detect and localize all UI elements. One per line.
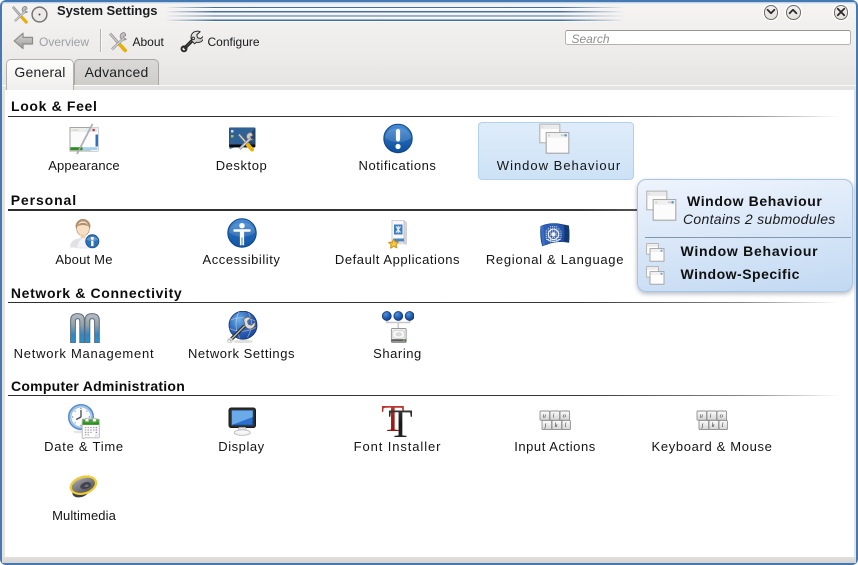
svg-text:i: i [553, 412, 555, 419]
svg-text:l: l [722, 422, 724, 429]
svg-text:l: l [565, 422, 567, 429]
svg-text:j: j [701, 422, 704, 429]
svg-text:k: k [555, 422, 558, 429]
svg-text:k: k [712, 422, 715, 429]
svg-text:i: i [710, 412, 712, 419]
svg-text:j: j [544, 422, 547, 429]
